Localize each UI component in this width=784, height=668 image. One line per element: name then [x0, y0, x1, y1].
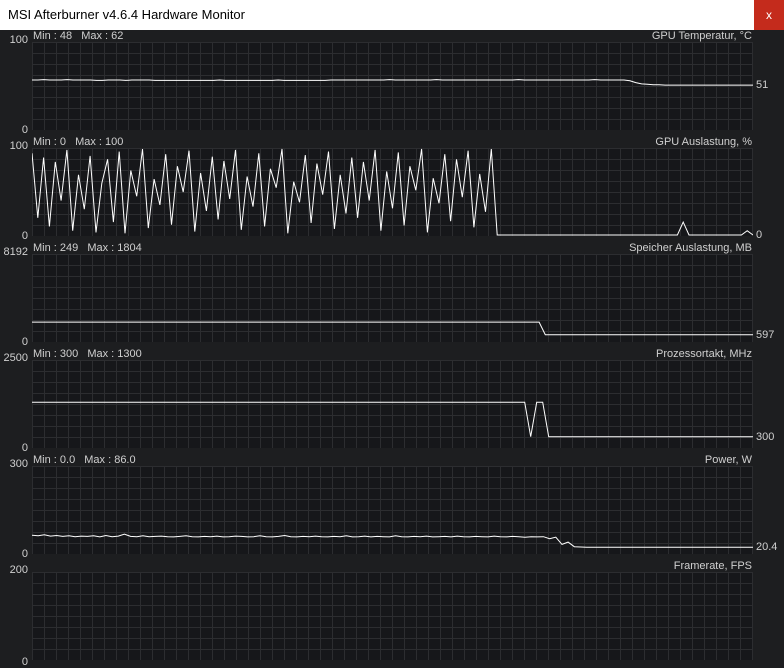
plot-area	[32, 572, 753, 660]
graph-framerate: 200 0 Framerate, FPS	[0, 560, 784, 668]
close-button[interactable]: x	[754, 0, 784, 30]
plot-area	[32, 360, 753, 448]
graph-gpu-load: 100 0 Min : 0 Max : 100 GPU Auslastung, …	[0, 136, 784, 242]
graph-memory-usage: 8192 0 Min : 249 Max : 1804 Speicher Aus…	[0, 242, 784, 348]
graph-title: Prozessortakt, MHz	[656, 348, 752, 360]
plot-area	[32, 148, 753, 236]
graph-chart	[32, 572, 753, 660]
y-max-label: 8192	[3, 246, 28, 258]
y-min-label: 0	[21, 230, 28, 242]
graph-power: 300 0 Min : 0.0 Max : 86.0 Power, W 20.4	[0, 454, 784, 560]
min-label: Min : 249	[33, 242, 79, 254]
title-bar: MSI Afterburner v4.6.4 Hardware Monitor …	[0, 0, 784, 30]
plot-area	[32, 466, 753, 554]
graph-chart	[32, 254, 753, 342]
monitor-graphs[interactable]: 100 0 Min : 48 Max : 62 GPU Temperatur, …	[0, 30, 784, 668]
y-min-label: 0	[21, 656, 28, 668]
graph-title: GPU Temperatur, °C	[651, 30, 752, 42]
y-max-label: 100	[9, 34, 28, 46]
min-label: Min : 0.0	[33, 454, 76, 466]
max-label: Max : 86.0	[84, 454, 136, 466]
window-title: MSI Afterburner v4.6.4 Hardware Monitor	[8, 7, 245, 22]
max-label: Max : 1300	[87, 348, 142, 360]
current-value: 300	[756, 430, 775, 443]
min-label: Min : 300	[33, 348, 79, 360]
graph-chart	[32, 148, 753, 236]
graph-title: GPU Auslastung, %	[655, 136, 752, 148]
current-value: 51	[756, 79, 769, 92]
graph-chart	[32, 360, 753, 448]
y-max-label: 300	[9, 458, 28, 470]
current-value: 597	[756, 328, 775, 341]
graph-title: Power, W	[704, 454, 752, 466]
y-max-label: 2500	[3, 352, 28, 364]
graph-title: Framerate, FPS	[673, 560, 752, 572]
max-label: Max : 62	[81, 30, 124, 42]
graph-core-clock: 2500 0 Min : 300 Max : 1300 Prozessortak…	[0, 348, 784, 454]
plot-area	[32, 42, 753, 130]
min-label: Min : 0	[33, 136, 67, 148]
max-label: Max : 100	[75, 136, 124, 148]
close-icon: x	[766, 8, 772, 22]
max-label: Max : 1804	[87, 242, 142, 254]
graph-gpu-temperature: 100 0 Min : 48 Max : 62 GPU Temperatur, …	[0, 30, 784, 136]
current-value: 20.4	[756, 541, 778, 554]
y-max-label: 200	[9, 564, 28, 576]
y-max-label: 100	[9, 140, 28, 152]
min-label: Min : 48	[33, 30, 73, 42]
graph-title: Speicher Auslastung, MB	[629, 242, 752, 254]
y-min-label: 0	[21, 124, 28, 136]
plot-area	[32, 254, 753, 342]
y-min-label: 0	[21, 548, 28, 560]
graph-chart	[32, 466, 753, 554]
graph-chart	[32, 42, 753, 130]
current-value: 0	[756, 229, 763, 241]
y-min-label: 0	[21, 442, 28, 454]
y-min-label: 0	[21, 336, 28, 348]
